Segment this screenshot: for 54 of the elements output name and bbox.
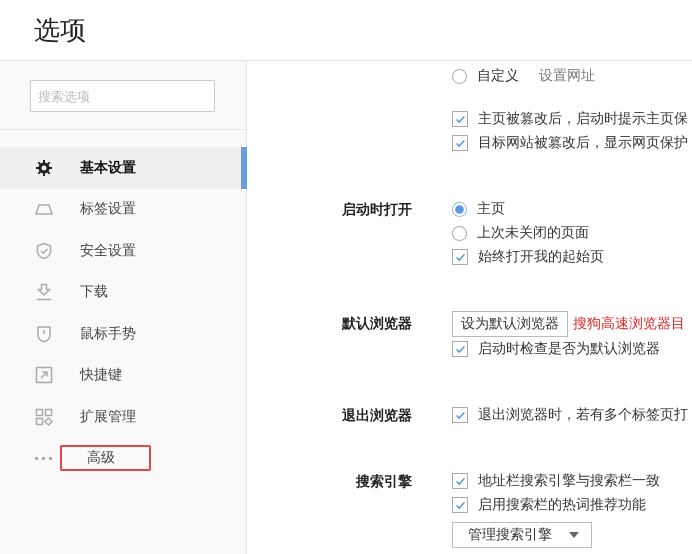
sidebar-item[interactable]: 高级 bbox=[0, 438, 246, 479]
sidebar-item[interactable]: 基本设置 bbox=[0, 147, 246, 188]
option-label: 自定义 bbox=[477, 67, 519, 85]
checkbox[interactable] bbox=[452, 473, 468, 489]
option-label: 目标网站被篡改后，显示网页保护 bbox=[478, 134, 688, 152]
sidebar-item[interactable]: 标签设置 bbox=[0, 188, 246, 230]
check-icon bbox=[456, 254, 464, 260]
option-label: 启用搜索栏的热词推荐功能 bbox=[478, 496, 646, 514]
window-title: 选项 bbox=[34, 14, 86, 46]
gear-icon bbox=[35, 158, 53, 177]
sidebar-item[interactable]: 安全设置 bbox=[0, 230, 246, 272]
radio-button[interactable] bbox=[452, 202, 467, 216]
caret-icon bbox=[569, 532, 579, 538]
option-label: 主页被篡改后，启动时提示主页保 bbox=[478, 110, 688, 128]
checkbox[interactable] bbox=[452, 111, 468, 127]
set-default-button[interactable]: 设为默认浏览器 bbox=[452, 311, 568, 337]
section-label: 默认浏览器 bbox=[342, 315, 412, 331]
download-icon bbox=[35, 283, 53, 302]
option-label: 地址栏搜索引擎与搜索栏一致 bbox=[478, 472, 660, 490]
check-icon bbox=[456, 116, 464, 122]
shield-check-icon bbox=[35, 242, 53, 260]
radio-button[interactable] bbox=[452, 226, 467, 240]
checkbox[interactable] bbox=[452, 497, 468, 513]
option-label: 上次未关闭的页面 bbox=[477, 224, 589, 242]
checkbox[interactable] bbox=[452, 341, 468, 357]
selection-bar bbox=[241, 147, 247, 188]
sidebar-item[interactable]: 快捷键 bbox=[0, 354, 246, 396]
checkbox[interactable] bbox=[452, 249, 468, 265]
check-icon bbox=[456, 502, 464, 508]
check-icon bbox=[456, 412, 464, 418]
shield-icon bbox=[35, 324, 53, 343]
section-label: 退出浏览器 bbox=[342, 407, 412, 423]
checkbox[interactable] bbox=[452, 407, 468, 423]
check-icon bbox=[456, 478, 464, 484]
sidebar-item[interactable]: 下载 bbox=[0, 272, 246, 313]
option-label: 始终打开我的起始页 bbox=[478, 248, 604, 266]
warning-text: 搜狗高速浏览器目 bbox=[573, 315, 685, 333]
arrow-box-icon bbox=[35, 366, 53, 384]
option-label: 退出浏览器时，若有多个标签页打 bbox=[478, 406, 688, 424]
check-icon bbox=[456, 346, 464, 352]
set-url-link[interactable]: 设置网址 bbox=[539, 67, 595, 85]
section-label: 搜索引擎 bbox=[356, 473, 412, 489]
dots-icon bbox=[35, 456, 52, 460]
section-label: 启动时打开 bbox=[342, 201, 412, 217]
search-field[interactable]: 搜索选项 bbox=[30, 80, 215, 112]
option-label: 主页 bbox=[477, 200, 505, 218]
radio-button[interactable] bbox=[452, 68, 467, 84]
sidebar-item[interactable]: 鼠标手势 bbox=[0, 313, 246, 354]
check-icon bbox=[456, 140, 464, 146]
sidebar-item[interactable]: 扩展管理 bbox=[0, 396, 246, 438]
checkbox[interactable] bbox=[452, 135, 468, 151]
search-engine-dropdown[interactable]: 管理搜索引擎 bbox=[452, 522, 592, 548]
option-label: 启动时检查是否为默认浏览器 bbox=[478, 340, 660, 358]
grid-icon bbox=[35, 408, 53, 426]
